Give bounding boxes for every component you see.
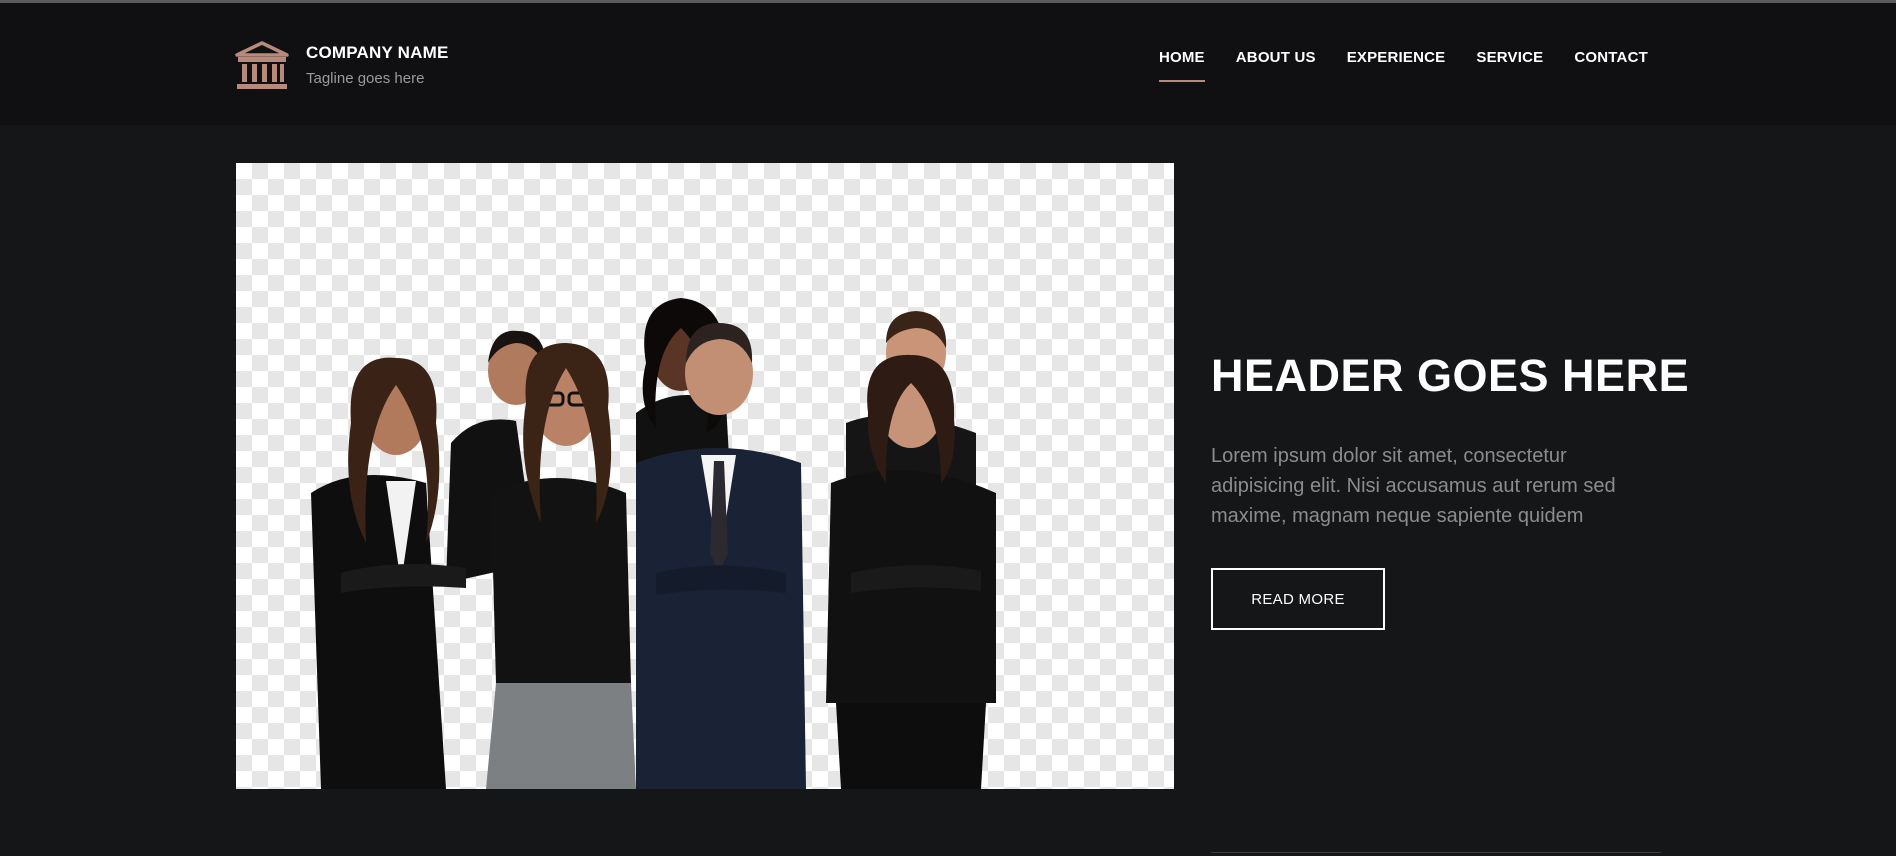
read-more-button[interactable]: READ MORE <box>1211 568 1385 630</box>
nav-item-home[interactable]: HOME <box>1158 49 1205 82</box>
section-divider <box>1211 852 1661 853</box>
main-nav: HOME ABOUT US EXPERIENCE SERVICE CONTACT <box>1158 49 1648 82</box>
site-header: COMPANY NAME Tagline goes here HOME ABOU… <box>0 3 1896 125</box>
nav-item-about-us[interactable]: ABOUT US <box>1236 49 1316 66</box>
person-front-far-left <box>311 357 466 789</box>
hero-description: Lorem ipsum dolor sit amet, consectetur … <box>1211 445 1616 527</box>
person-front-center <box>636 323 806 789</box>
nav-item-contact[interactable]: CONTACT <box>1574 49 1648 66</box>
person-front-glasses <box>486 343 636 789</box>
building-columns-icon <box>235 41 289 89</box>
hero-title: HEADER GOES HERE <box>1211 350 1690 401</box>
company-tagline: Tagline goes here <box>306 70 425 87</box>
business-team-illustration <box>311 298 996 789</box>
company-name: COMPANY NAME <box>306 43 449 62</box>
hero-image <box>236 163 1174 789</box>
nav-item-service[interactable]: SERVICE <box>1476 49 1543 66</box>
nav-item-experience[interactable]: EXPERIENCE <box>1347 49 1446 66</box>
person-front-right <box>826 354 996 789</box>
